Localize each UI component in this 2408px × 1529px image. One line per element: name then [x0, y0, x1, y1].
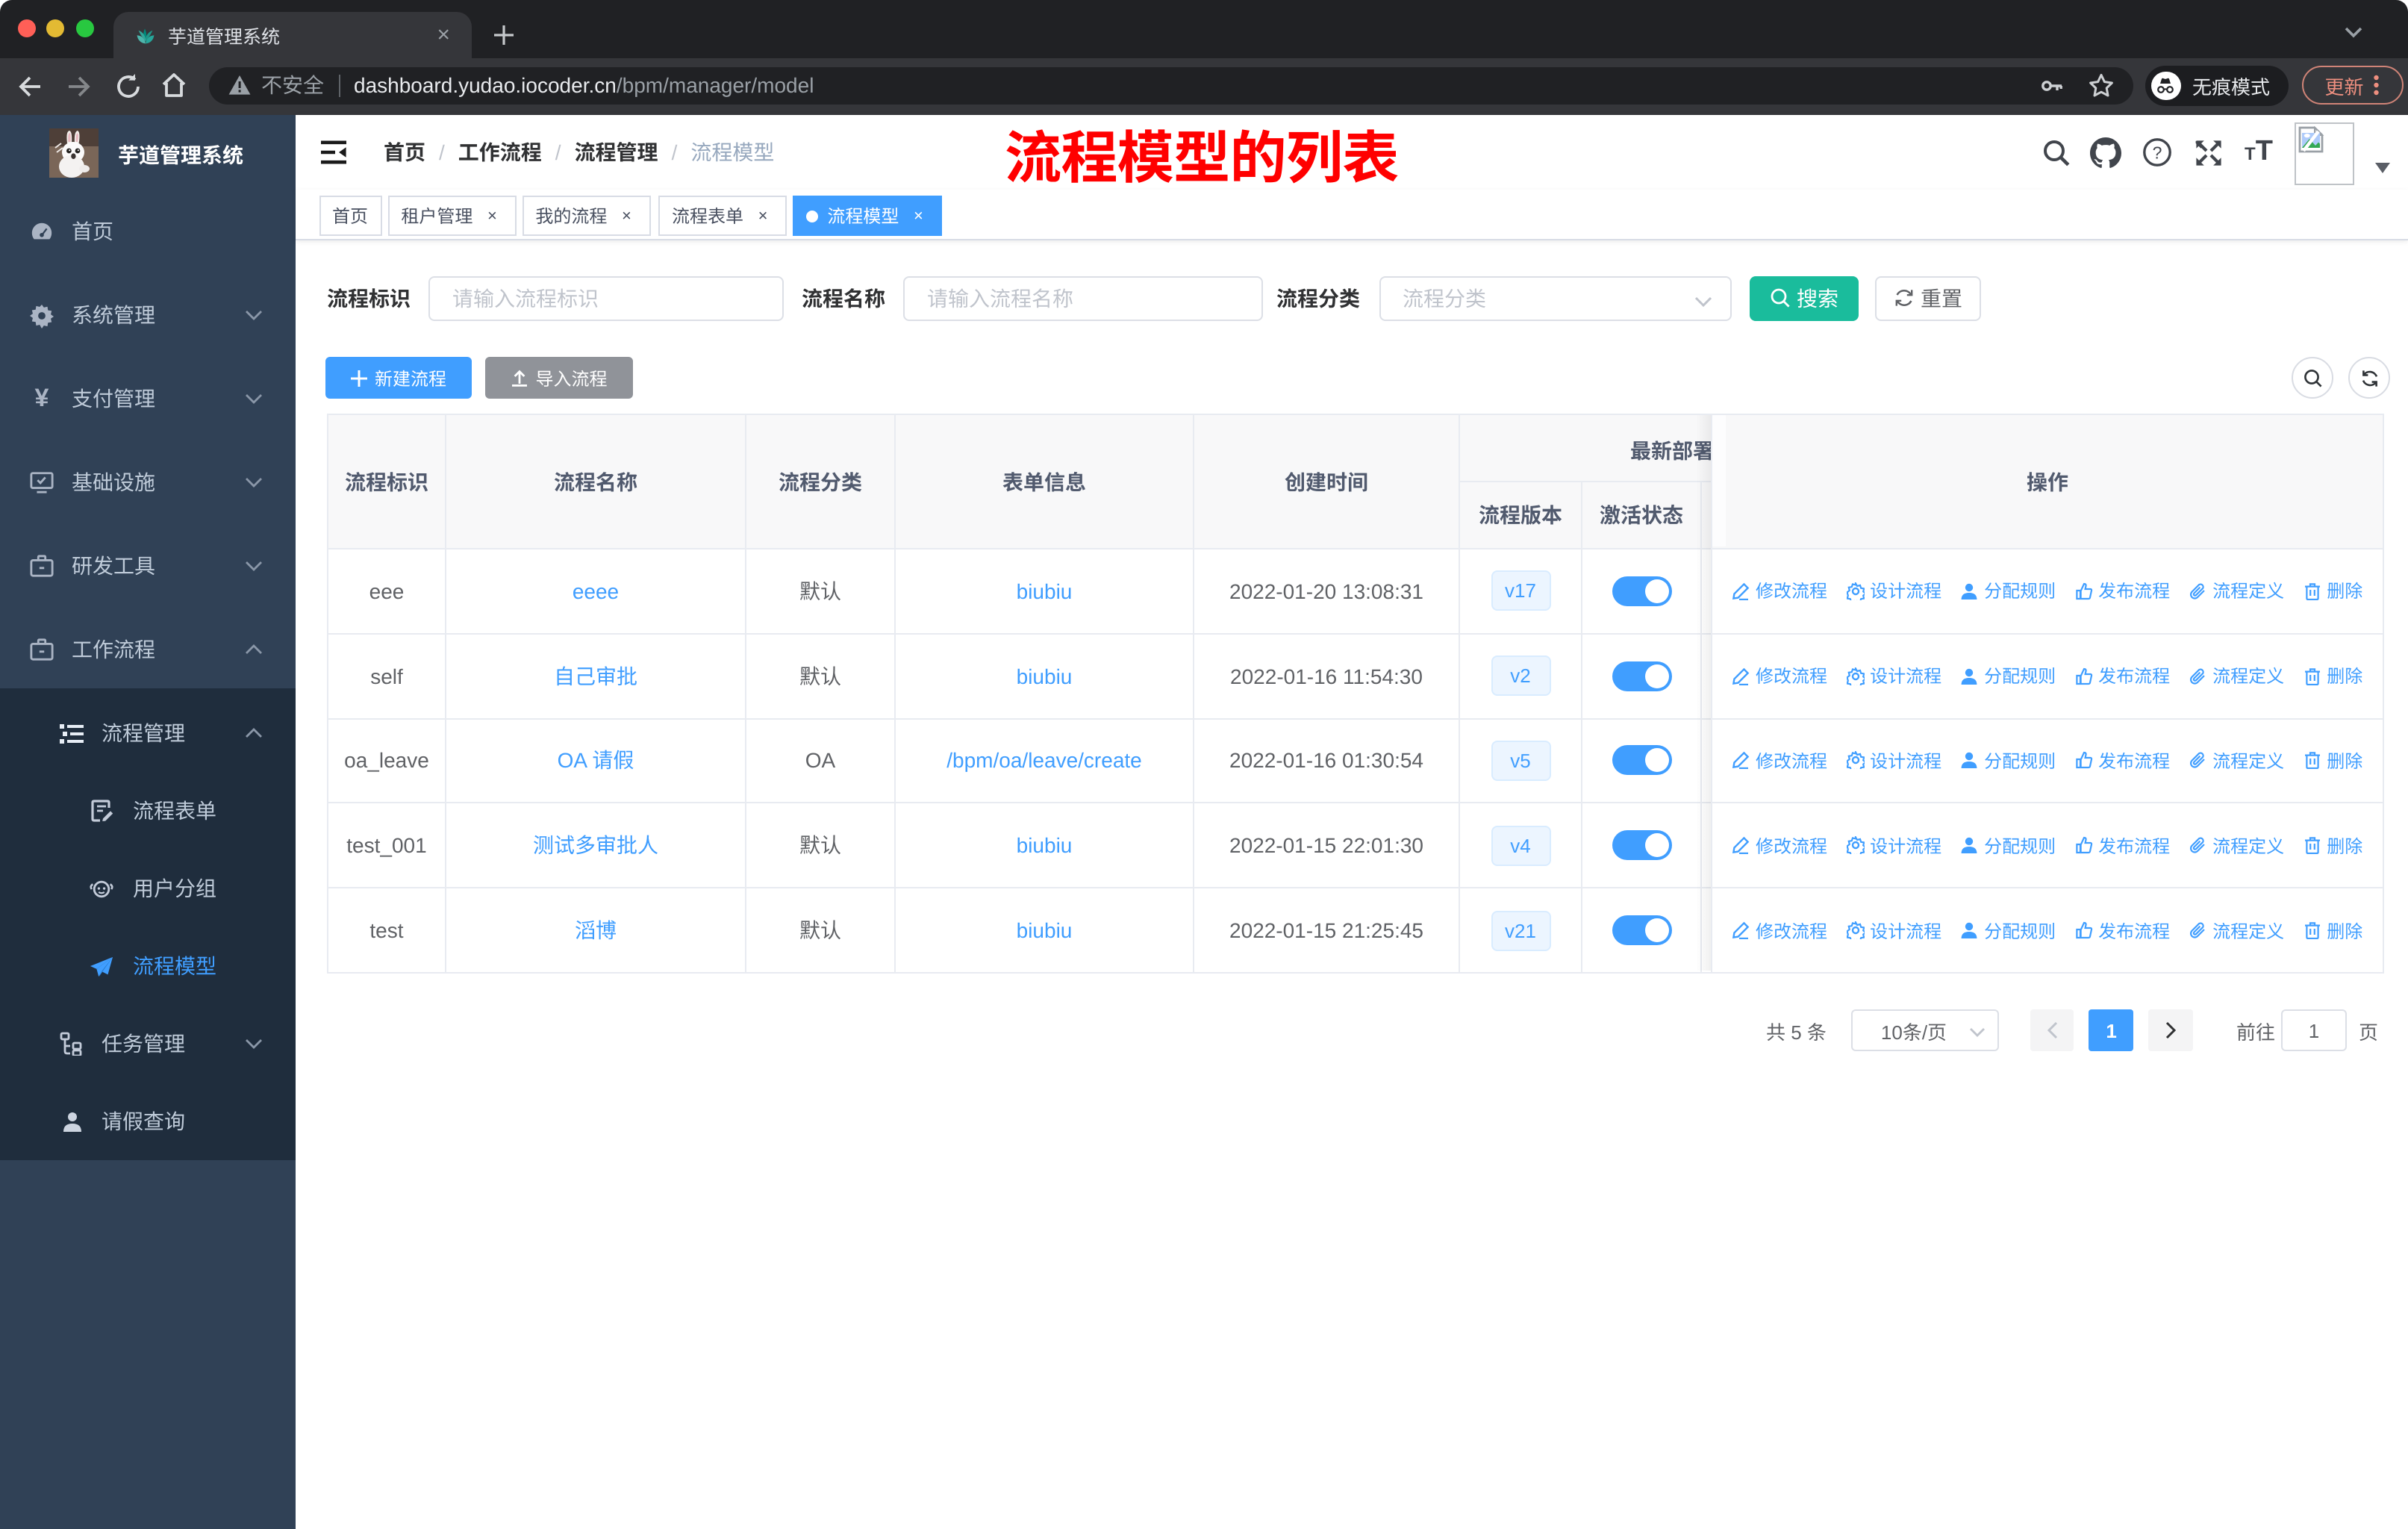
- svg-text:?: ?: [2153, 145, 2162, 163]
